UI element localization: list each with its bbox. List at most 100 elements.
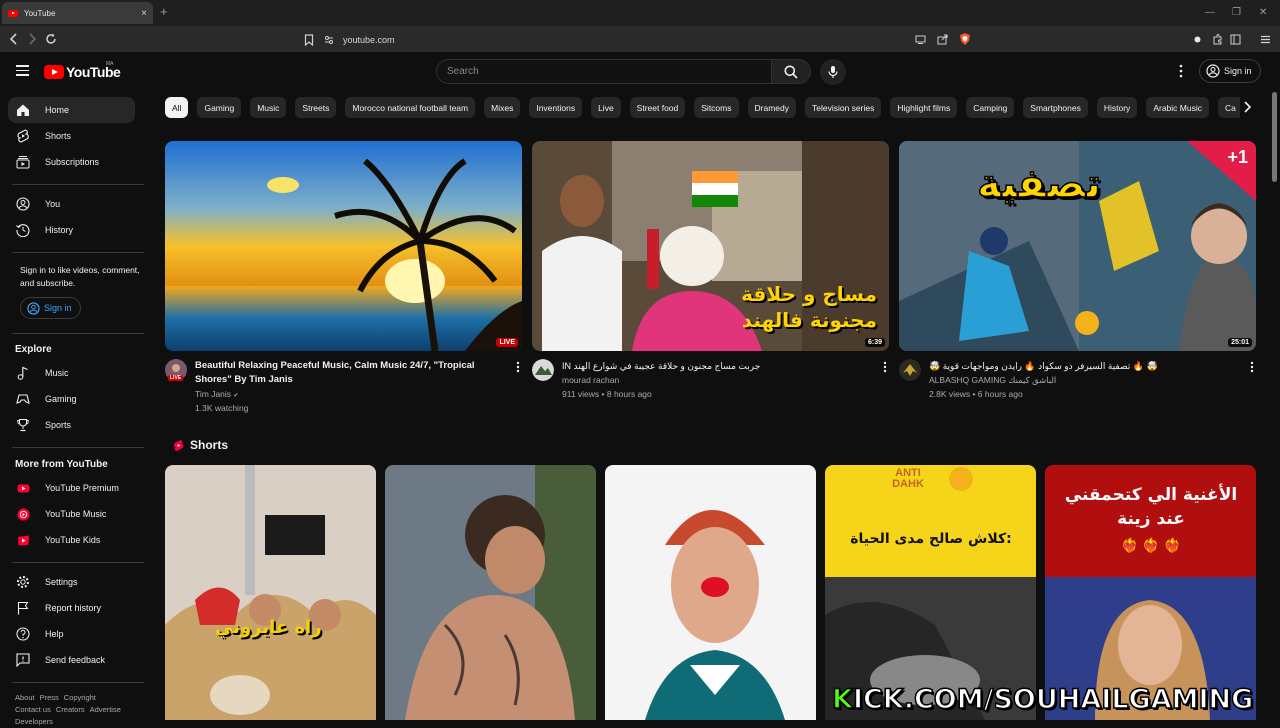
channel-name[interactable]: ALBASHQ GAMING الباشق كيمنك [929,375,1056,386]
short-card[interactable] [605,465,816,720]
back-icon[interactable] [9,33,18,45]
search-input[interactable] [447,66,771,77]
footer-link-contact[interactable]: Contact us [15,705,51,714]
new-tab-button[interactable]: + [160,5,168,19]
sidebar-item-youtube-music[interactable]: YouTube Music [8,501,135,527]
channel-name[interactable]: Tim Janis ✔ [195,389,238,399]
video-card[interactable]: LIVE LIVE Beautiful Relaxing Peaceful Mu… [165,141,522,419]
thumbnail-caption-line: مساج و حلاقة [741,282,877,306]
filter-chips: All Gaming Music Streets Morocco nationa… [165,97,1240,119]
sidebar-item-label: You [45,199,61,209]
video-thumbnail[interactable]: تصفية +1 25:01 [899,141,1256,351]
tab-title: YouTube [24,8,56,18]
browser-menu-icon[interactable] [1260,34,1271,45]
duration-badge: 6:39 [864,338,885,347]
video-title[interactable]: IN جربت مساج مجنون و حلاقة عجيبة في شوار… [562,359,872,373]
sidebar-item-subscriptions[interactable]: Subscriptions [8,149,135,175]
channel-avatar[interactable] [532,359,554,381]
vpn-dot-icon[interactable] [1194,36,1201,43]
channel-name[interactable]: mourad rachan [562,375,619,385]
sidebar-item-shorts[interactable]: Shorts [8,123,135,149]
video-card[interactable]: تصفية +1 25:01 🤯 تصفية السيرفر دو سكواد … [899,141,1256,419]
chip-camping[interactable]: Camping [966,97,1015,118]
video-title[interactable]: 🤯 تصفية السيرفر دو سكواد 🔥 رايدن ومواجها… [929,359,1239,373]
footer-link-creators[interactable]: Creators [56,705,85,714]
site-info-icon[interactable] [324,35,334,45]
window-close-icon[interactable]: ✕ [1259,7,1267,18]
more-actions-icon[interactable] [883,361,887,373]
sidebar-item-gaming[interactable]: Gaming [8,386,135,412]
channel-avatar[interactable] [899,359,921,381]
chip-music[interactable]: Music [250,97,287,118]
minimize-icon[interactable]: — [1205,7,1215,18]
sign-in-button[interactable]: Sign in [1199,59,1261,83]
short-card[interactable] [385,465,596,720]
chip-smartphones[interactable]: Smartphones [1023,97,1088,118]
tab-close-icon[interactable]: × [141,8,147,19]
chip-television-series[interactable]: Television series [804,97,882,118]
guide-menu-icon[interactable] [16,65,29,76]
settings-kebab-icon[interactable] [1178,64,1184,78]
video-card[interactable]: مساج و حلاقة مجنونة فالهند 6:39 IN جربت … [532,141,889,419]
brave-shield-icon[interactable] [958,32,972,46]
chevron-right-icon[interactable] [1243,100,1252,114]
channel-avatar[interactable]: LIVE [165,359,187,381]
sidebar-item-youtube-premium[interactable]: YouTube Premium [8,475,135,501]
browser-tab[interactable]: YouTube × [2,2,153,24]
sidebar-item-history[interactable]: History [8,217,135,243]
sidebar-toggle-icon[interactable] [1230,34,1241,45]
sidebar-sign-in-button[interactable]: Sign in [20,297,81,319]
chip-inventions[interactable]: Inventions [529,97,583,118]
chip-history[interactable]: History [1096,97,1138,118]
short-caption: الأغنية الي كتحمقني عند زينة [1064,485,1238,529]
maximize-icon[interactable]: ❐ [1232,7,1241,18]
chip-highlight-films[interactable]: Highlight films [890,97,958,118]
chip-streets[interactable]: Streets [295,97,337,118]
chip-mixes[interactable]: Mixes [484,97,521,118]
more-actions-icon[interactable] [516,361,520,373]
chip-arabic-music[interactable]: Arabic Music [1146,97,1209,118]
reload-icon[interactable] [45,33,57,45]
footer-link-press[interactable]: Press [40,693,59,702]
page-scrollbar[interactable] [1272,92,1277,182]
short-card[interactable]: الأغنية الي كتحمقني عند زينة ❤️‍🔥 ❤️‍🔥 ❤… [1045,465,1256,720]
video-thumbnail[interactable]: مساج و حلاقة مجنونة فالهند 6:39 [532,141,889,351]
sidebar-item-home[interactable]: Home [8,97,135,123]
video-thumbnail[interactable]: LIVE [165,141,522,351]
more-actions-icon[interactable] [1250,361,1254,373]
sidebar-item-send-feedback[interactable]: Send feedback [8,647,135,673]
chip-live[interactable]: Live [591,97,621,118]
footer-link-copyright[interactable]: Copyright [64,693,96,702]
short-card[interactable]: راه عايروني [165,465,376,720]
footer-link-advertise[interactable]: Advertise [90,705,121,714]
chip-more[interactable]: Ca [1217,97,1240,118]
search-button[interactable] [771,59,811,84]
forward-icon[interactable] [28,33,37,45]
chip-sitcoms[interactable]: Sitcoms [694,97,739,118]
sidebar-item-report-history[interactable]: Report history [8,595,135,621]
short-card[interactable]: ANTI DAHK كلاش صالح مدى الحياة: [825,465,1036,720]
chip-morocco-football[interactable]: Morocco national football team [345,97,476,118]
shorts-logo-icon [173,439,184,451]
chip-all[interactable]: All [165,97,189,118]
voice-search-button[interactable] [820,59,846,85]
video-stats: 2.8K views • 6 hours ago [929,389,1023,399]
sidebar-item-help[interactable]: Help [8,621,135,647]
video-title[interactable]: Beautiful Relaxing Peaceful Music, Calm … [195,359,505,387]
share-icon[interactable] [937,34,948,45]
sidebar-item-sports[interactable]: Sports [8,412,135,438]
bookmark-icon[interactable] [304,33,314,46]
sidebar-item-music[interactable]: Music [8,360,135,386]
chip-dramedy[interactable]: Dramedy [747,97,796,118]
chip-gaming[interactable]: Gaming [197,97,242,118]
sidebar-item-you[interactable]: You [8,191,135,217]
extensions-icon[interactable] [1212,34,1223,45]
address-bar[interactable]: youtube.com [304,30,980,49]
sidebar-divider [12,333,144,334]
footer-link-developers[interactable]: Developers [15,717,53,726]
chip-street-food[interactable]: Street food [629,97,686,118]
sidebar-item-settings[interactable]: Settings [8,569,135,595]
cast-icon[interactable] [915,34,926,45]
sidebar-item-youtube-kids[interactable]: YouTube Kids [8,527,135,553]
footer-link-about[interactable]: About [15,693,35,702]
